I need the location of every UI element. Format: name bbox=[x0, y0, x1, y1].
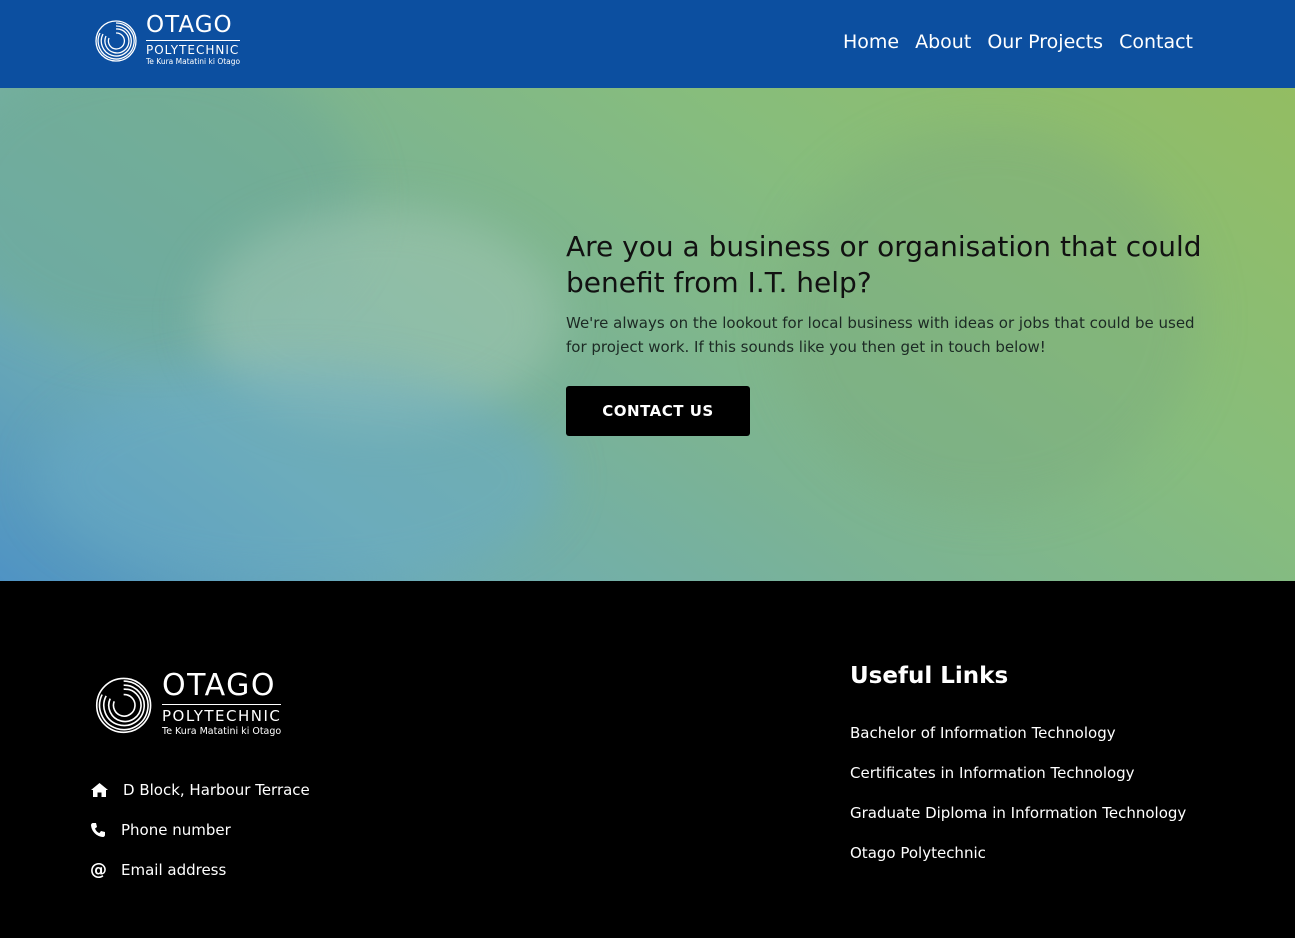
email-text: Email address bbox=[121, 861, 227, 879]
site-header: OTAGO POLYTECHNIC Te Kura Matatini ki Ot… bbox=[0, 0, 1295, 88]
link-bachelor-it[interactable]: Bachelor of Information Technology bbox=[850, 724, 1116, 742]
hero-background-blur bbox=[40, 368, 560, 581]
list-item: Graduate Diploma in Information Technolo… bbox=[850, 803, 1186, 823]
useful-links-list: Bachelor of Information Technology Certi… bbox=[850, 723, 1186, 883]
spiral-logo-icon bbox=[95, 677, 152, 734]
list-item: Otago Polytechnic bbox=[850, 843, 1186, 863]
phone-icon bbox=[90, 821, 112, 839]
hero-banner: Are you a business or organisation that … bbox=[0, 88, 1295, 581]
main-nav: Home About Our Projects Contact bbox=[843, 31, 1193, 53]
logo-name: OTAGO bbox=[146, 12, 233, 39]
list-item: Bachelor of Information Technology bbox=[850, 723, 1186, 743]
footer-logo-tagline: Te Kura Matatini ki Otago bbox=[162, 726, 282, 738]
nav-our-projects[interactable]: Our Projects bbox=[987, 31, 1103, 53]
link-graduate-diploma-it[interactable]: Graduate Diploma in Information Technolo… bbox=[850, 804, 1186, 822]
otago-polytechnic-logo[interactable]: OTAGO POLYTECHNIC Te Kura Matatini ki Ot… bbox=[94, 12, 241, 67]
site-footer: OTAGO POLYTECHNIC Te Kura Matatini ki Ot… bbox=[0, 581, 1295, 938]
spiral-logo-icon bbox=[95, 20, 137, 62]
logo-sub: POLYTECHNIC bbox=[146, 40, 241, 56]
home-icon bbox=[90, 781, 112, 799]
at-icon: @ bbox=[90, 860, 107, 880]
link-certificates-it[interactable]: Certificates in Information Technology bbox=[850, 764, 1135, 782]
contact-us-button[interactable]: CONTACT US bbox=[566, 386, 750, 436]
footer-logo-name: OTAGO bbox=[162, 668, 276, 704]
list-item: Certificates in Information Technology bbox=[850, 763, 1186, 783]
useful-links-title: Useful Links bbox=[850, 663, 1009, 689]
footer-logo-sub: POLYTECHNIC bbox=[162, 704, 282, 724]
phone-text: Phone number bbox=[121, 821, 231, 839]
contact-address: D Block, Harbour Terrace bbox=[90, 781, 310, 799]
nav-contact[interactable]: Contact bbox=[1119, 31, 1193, 53]
hero-text: We're always on the lookout for local bu… bbox=[566, 314, 1195, 356]
link-otago-polytechnic[interactable]: Otago Polytechnic bbox=[850, 844, 986, 862]
nav-about[interactable]: About bbox=[915, 31, 971, 53]
contact-phone: Phone number bbox=[90, 821, 231, 839]
logo-tagline: Te Kura Matatini ki Otago bbox=[146, 57, 241, 67]
address-text: D Block, Harbour Terrace bbox=[123, 781, 310, 799]
contact-email: @ Email address bbox=[90, 860, 227, 880]
nav-home[interactable]: Home bbox=[843, 31, 899, 53]
hero-copy: Are you a business or organisation that … bbox=[566, 229, 1206, 359]
hero-title: Are you a business or organisation that … bbox=[566, 230, 1202, 299]
footer-logo[interactable]: OTAGO POLYTECHNIC Te Kura Matatini ki Ot… bbox=[94, 668, 282, 739]
